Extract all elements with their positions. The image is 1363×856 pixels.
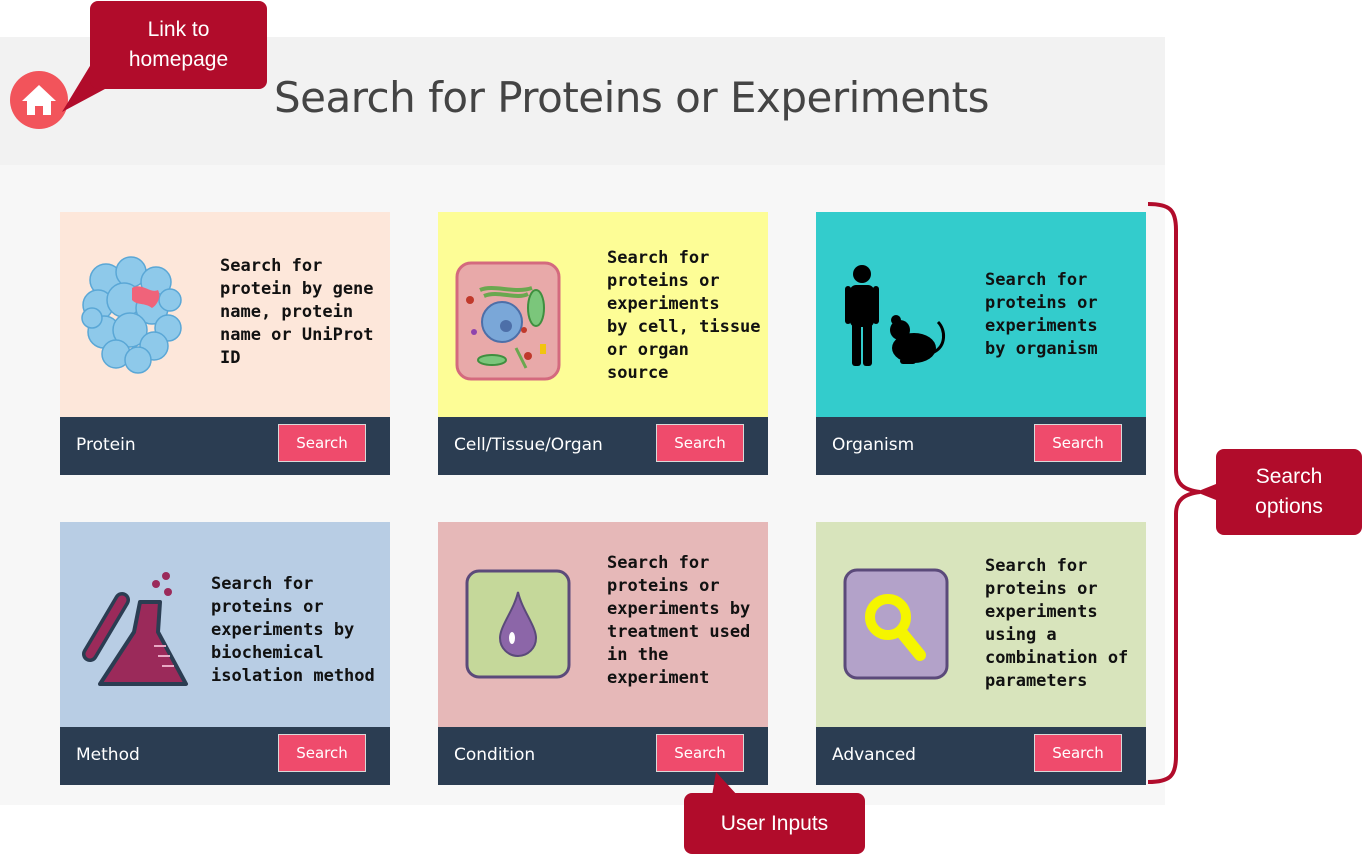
callout-options: Search options <box>1216 449 1362 535</box>
annotation-overlay <box>62 56 1216 796</box>
callout-options-text: Search options <box>1255 465 1323 518</box>
callout-inputs: User Inputs <box>684 793 865 854</box>
page: Search for Proteins or Experiments Searc… <box>0 0 1363 856</box>
callout-home-text: Link to homepage <box>128 18 229 71</box>
callout-inputs-text: User Inputs <box>720 811 829 835</box>
callout-home: Link to homepage <box>90 1 267 89</box>
